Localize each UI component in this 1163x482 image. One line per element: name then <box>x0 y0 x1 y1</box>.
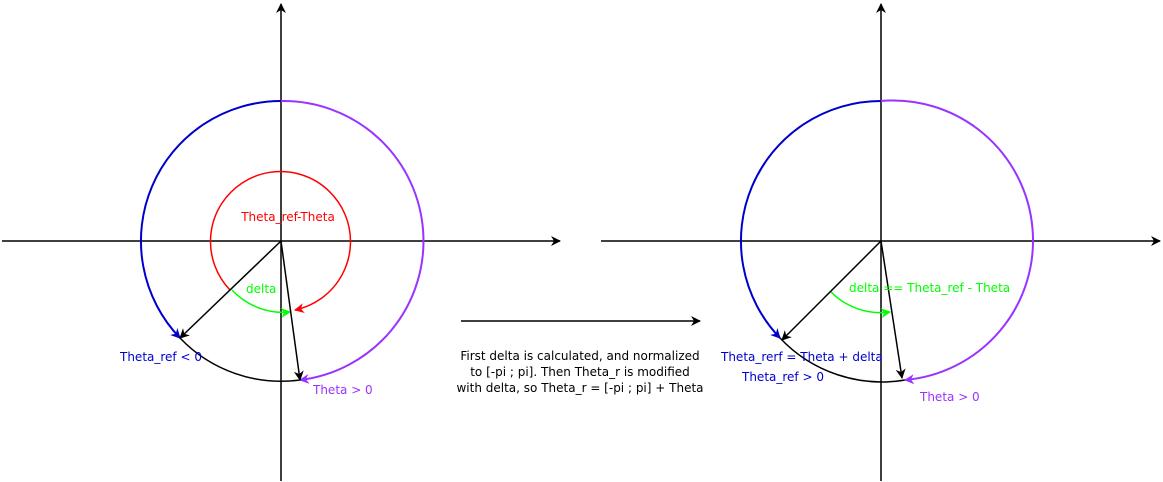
left-red-label: Theta_ref-Theta <box>240 210 335 224</box>
left-theta-vector <box>280 240 304 381</box>
right-circle-blue-arc <box>739 100 882 339</box>
explanation-caption: First delta is calculated, and normalize… <box>446 348 714 396</box>
right-blue-label-1: Theta_rerf = Theta + delta <box>720 350 883 364</box>
left-purple-label: Theta > 0 <box>312 383 373 397</box>
left-diagram: Theta_ref-Theta delta Theta_ref < 0 Thet… <box>2 3 561 481</box>
left-green-label: delta <box>246 282 276 296</box>
right-purple-label: Theta > 0 <box>919 390 980 404</box>
right-green-label: delta == Theta_ref - Theta <box>849 281 1010 295</box>
caption-line-1: First delta is calculated, and normalize… <box>460 349 700 363</box>
right-theta-vector <box>880 240 906 379</box>
right-blue-label-2: Theta_ref > 0 <box>741 370 824 384</box>
caption-line-2: to [-pi ; pi]. Then Theta_r is modified <box>470 365 690 379</box>
caption-line-3: with delta, so Theta_r = [-pi ; pi] + Th… <box>456 381 704 395</box>
left-blue-label: Theta_ref < 0 <box>119 350 202 364</box>
diagram-canvas: Theta_ref-Theta delta Theta_ref < 0 Thet… <box>2 3 1161 481</box>
right-circle-purple-arc <box>880 99 1034 385</box>
right-diagram: delta == Theta_ref - Theta Theta_rerf = … <box>601 3 1161 481</box>
